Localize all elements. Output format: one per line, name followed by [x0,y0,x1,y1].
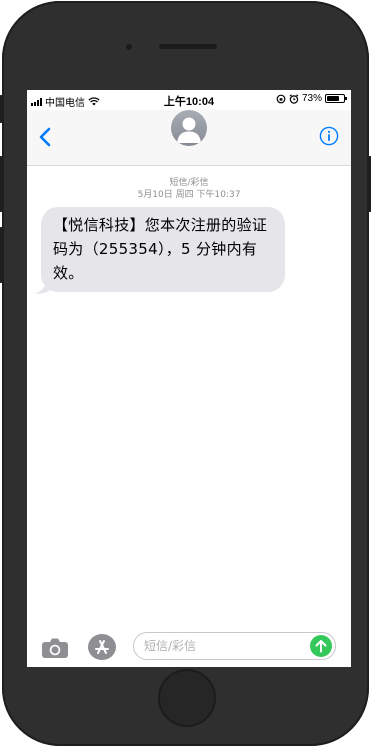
message-timestamp: 5月10日 周四 下午10:37 [137,190,241,200]
message-input[interactable]: 短信/彩信 [133,632,336,660]
conversation-header [27,110,351,166]
app-store-icon[interactable] [87,633,117,661]
send-arrow-icon[interactable] [310,635,332,657]
mute-switch [0,95,3,123]
battery-level-fill [327,96,339,101]
info-icon[interactable] [319,126,339,146]
front-camera [126,44,132,50]
incoming-message-bubble[interactable]: 【悦信科技】您本次注册的验证码为（255354），5 分钟内有效。 [41,207,285,292]
message-composer: 短信/彩信 [27,623,351,667]
earpiece-speaker [159,44,217,49]
chevron-left-icon[interactable] [35,126,57,148]
volume-up-button [0,156,3,212]
orientation-lock-icon [276,94,286,103]
battery-percent: 73% [301,93,322,104]
status-right: 73% [276,93,347,104]
alarm-icon [289,93,299,104]
status-bar: 中国电信 上午10:04 73% [27,90,351,110]
phone-frame: 中国电信 上午10:04 73% 短信/彩信 5月10日 周四 下午10:37 … [0,1,371,746]
volume-down-button [0,227,3,283]
battery-icon [325,94,347,103]
home-button[interactable] [158,669,216,727]
camera-icon[interactable] [41,637,69,659]
contact-avatar-icon[interactable] [171,110,207,146]
screen: 中国电信 上午10:04 73% 短信/彩信 5月10日 周四 下午10:37 … [27,90,351,667]
message-input-placeholder: 短信/彩信 [144,639,197,653]
